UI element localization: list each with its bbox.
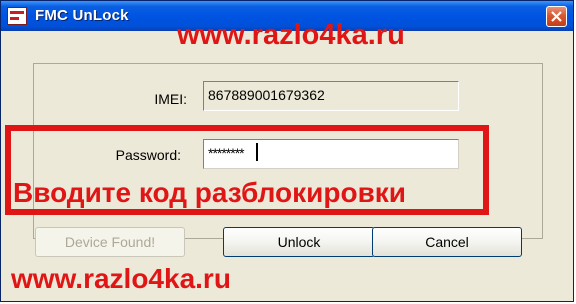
device-found-button[interactable]: Device Found! — [35, 227, 185, 257]
unlock-code-instruction: Вводите код разблокировки — [13, 177, 407, 208]
unlock-button[interactable]: Unlock — [223, 227, 375, 257]
imei-field: 867889001679362 — [203, 81, 459, 111]
unlock-dialog-window: FMC UnLock www.razlo4ka.ru IMEI: 8678890… — [0, 0, 574, 302]
app-icon — [7, 7, 27, 25]
close-button[interactable] — [546, 6, 567, 27]
window-title: FMC UnLock — [35, 7, 129, 24]
imei-label: IMEI: — [154, 91, 187, 107]
watermark-url-bottom: www.razlo4ka.ru — [11, 263, 231, 294]
cancel-button[interactable]: Cancel — [372, 227, 522, 257]
watermark-url-top: www.razlo4ka.ru — [177, 19, 405, 51]
close-icon — [551, 11, 562, 22]
